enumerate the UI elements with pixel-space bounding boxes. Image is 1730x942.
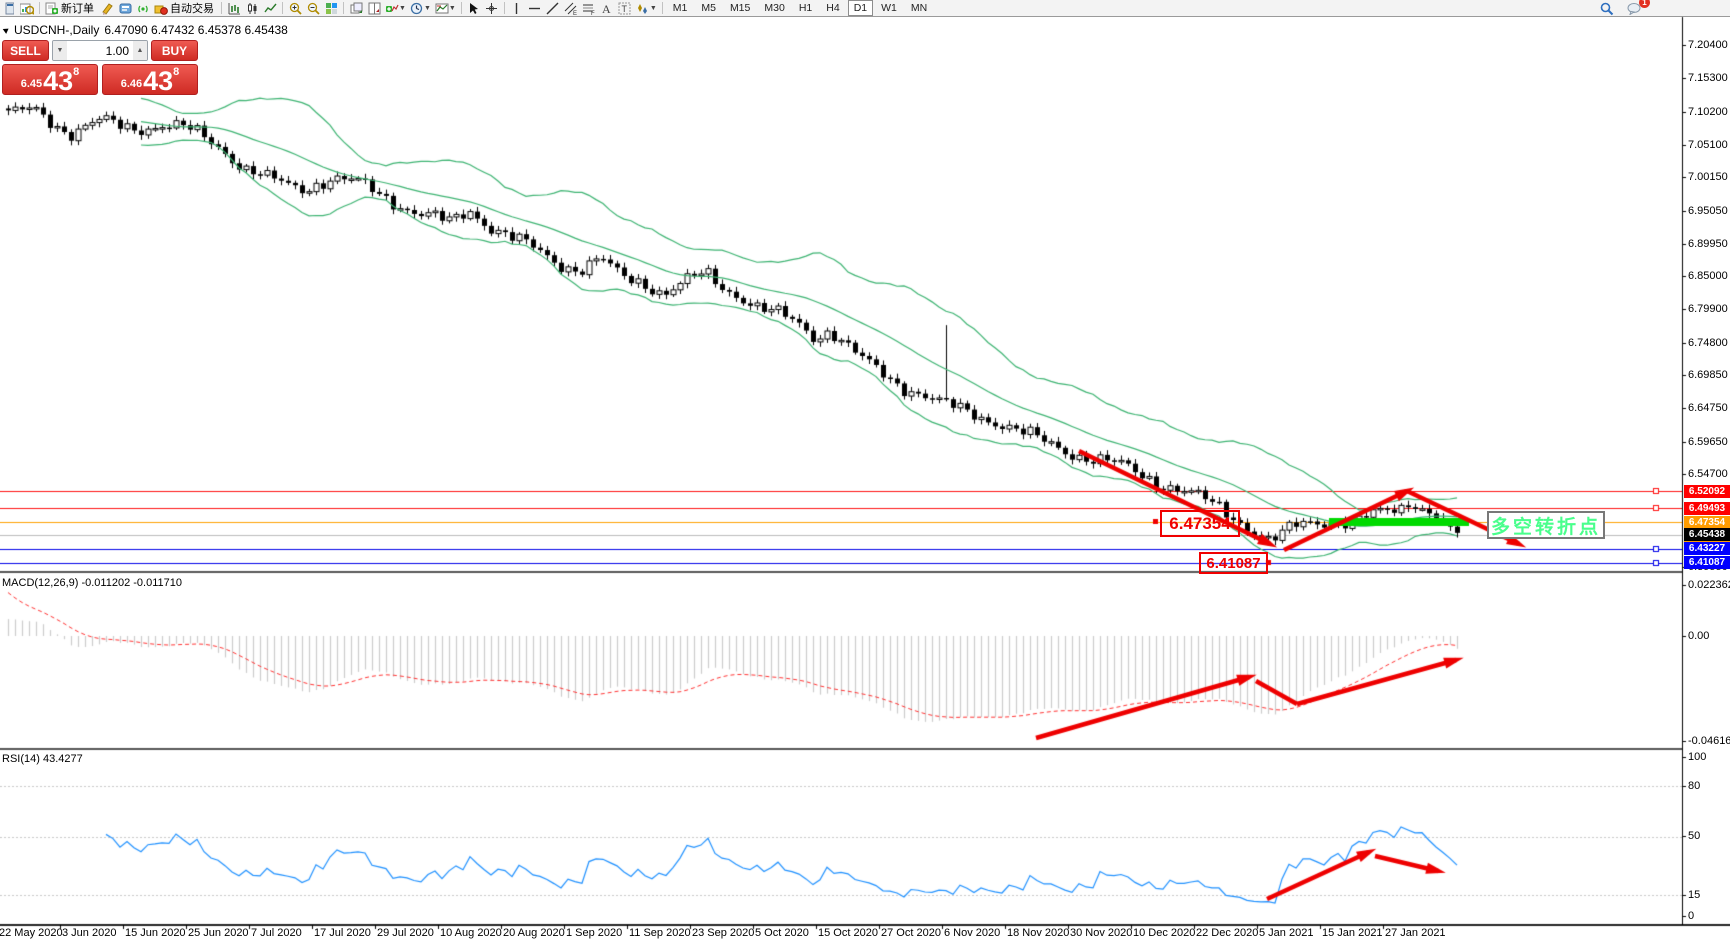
date-axis-label: 22 May 2020: [0, 927, 63, 939]
macd-axis-label: 0.022362: [1688, 579, 1730, 591]
rsi-axis-label: 50: [1688, 830, 1701, 842]
date-axis-label: 15 Jun 2020: [125, 927, 186, 939]
price-axis-label: 6.74800: [1688, 336, 1728, 349]
price-axis-label: 7.00150: [1688, 171, 1728, 184]
price-axis-label: 6.89950: [1688, 237, 1728, 250]
macd-axis-label: -0.046165: [1688, 735, 1730, 747]
date-axis-label: 10 Dec 2020: [1133, 927, 1196, 939]
buy-price-small: 6.46: [120, 78, 143, 90]
price-axis-label: 6.95050: [1688, 204, 1728, 217]
price-axis-label: 7.05100: [1688, 138, 1728, 151]
sell-price-big: 43: [43, 66, 74, 96]
price-axis-label: 6.54700: [1688, 468, 1728, 481]
date-axis-label: 23 Sep 2020: [692, 927, 755, 939]
one-click-trading-panel: SELL ▼ ▲ BUY 6.45 43 8 6.46 43 8: [2, 40, 198, 95]
date-axis-label: 17 Jul 2020: [314, 927, 371, 939]
volume-input[interactable]: [67, 41, 133, 60]
date-axis-label: 27 Oct 2020: [881, 927, 941, 939]
date-axis-label: 10 Aug 2020: [440, 927, 502, 939]
sell-price-sup: 8: [73, 66, 80, 78]
sell-price-small: 6.45: [20, 78, 43, 90]
level-price-tag: 6.49493: [1684, 501, 1730, 515]
price-axis-label: 6.64750: [1688, 402, 1728, 415]
rsi-axis-label: 100: [1688, 751, 1707, 763]
price-axis-label: 7.15300: [1688, 72, 1728, 85]
price-note-text: 6.41087: [1206, 554, 1261, 572]
sell-button[interactable]: SELL: [2, 40, 49, 61]
date-axis-label: 5 Jan 2021: [1259, 927, 1314, 939]
volume-increase-button[interactable]: ▲: [133, 41, 147, 60]
price-axis-label: 7.20400: [1688, 39, 1728, 51]
chart-canvas[interactable]: [0, 0, 1730, 942]
price-axis-label: 6.85000: [1688, 270, 1728, 283]
current-price-tag: 6.45438: [1684, 528, 1730, 542]
macd-label: MACD(12,26,9) -0.011202 -0.011710: [2, 577, 182, 589]
price-axis-label: 6.59650: [1688, 435, 1728, 448]
date-axis-label: 5 Oct 2020: [755, 927, 809, 939]
date-axis-label: 15 Oct 2020: [818, 927, 878, 939]
price-axis-label: 6.69850: [1688, 369, 1728, 382]
date-axis-label: 29 Jul 2020: [377, 927, 434, 939]
date-axis-label: 25 Jun 2020: [188, 927, 249, 939]
buy-button[interactable]: BUY: [151, 40, 198, 61]
buy-price-big: 43: [143, 66, 174, 96]
date-axis-label: 6 Nov 2020: [944, 927, 1001, 939]
buy-price-box[interactable]: 6.46 43 8: [102, 64, 198, 95]
date-axis-label: 22 Dec 2020: [1196, 927, 1259, 939]
chart-header: USDCNH-,Daily 6.47090 6.47432 6.45378 6.…: [2, 23, 288, 37]
date-axis-label: 30 Nov 2020: [1070, 927, 1133, 939]
date-axis-label: 3 Jun 2020: [62, 927, 117, 939]
symbol-marker-icon: [2, 26, 11, 34]
turning-point-note-text: 多空转折点: [1490, 516, 1601, 538]
date-axis-label: 7 Jul 2020: [251, 927, 302, 939]
turning-point-note-box[interactable]: 多空转折点: [1487, 511, 1605, 539]
mt4-terminal-window: 新订单 自动交易 ▼ ▼ ▼ E F A T ▼: [0, 0, 1730, 942]
date-axis-label: 11 Sep 2020: [629, 927, 691, 939]
level-price-tag: 6.43227: [1684, 542, 1730, 556]
ohlc-values: 6.47090 6.47432 6.45378 6.45438: [104, 23, 288, 37]
rsi-axis-label: 0: [1688, 910, 1695, 922]
level-price-tag: 6.47354: [1684, 515, 1730, 529]
rsi-axis-label: 80: [1688, 780, 1701, 792]
date-axis-label: 18 Nov 2020: [1007, 927, 1070, 939]
volume-control: ▼ ▲: [52, 40, 148, 61]
date-axis-label: 27 Jan 2021: [1385, 927, 1446, 939]
price-axis-label: 7.10200: [1688, 105, 1728, 118]
rsi-label: RSI(14) 43.4277: [2, 753, 83, 765]
date-axis-label: 15 Jan 2021: [1322, 927, 1383, 939]
price-note-box-6-47354[interactable]: 6.47354: [1160, 510, 1240, 537]
buy-price-sup: 8: [173, 66, 180, 78]
level-price-tag: 6.52092: [1684, 484, 1730, 498]
symbol-period-label: USDCNH-,Daily: [14, 23, 100, 37]
price-axis-label: 6.79900: [1688, 303, 1728, 316]
macd-axis-label: 0.00: [1688, 630, 1710, 642]
volume-decrease-button[interactable]: ▼: [53, 41, 67, 60]
date-axis-label: 1 Sep 2020: [566, 927, 623, 939]
level-price-tag: 6.41087: [1684, 556, 1730, 570]
rsi-axis-label: 15: [1688, 889, 1701, 901]
price-note-box-6-41087[interactable]: 6.41087: [1199, 552, 1268, 574]
price-note-text: 6.47354: [1169, 513, 1231, 533]
date-axis-label: 20 Aug 2020: [503, 927, 565, 939]
sell-price-box[interactable]: 6.45 43 8: [2, 64, 98, 95]
